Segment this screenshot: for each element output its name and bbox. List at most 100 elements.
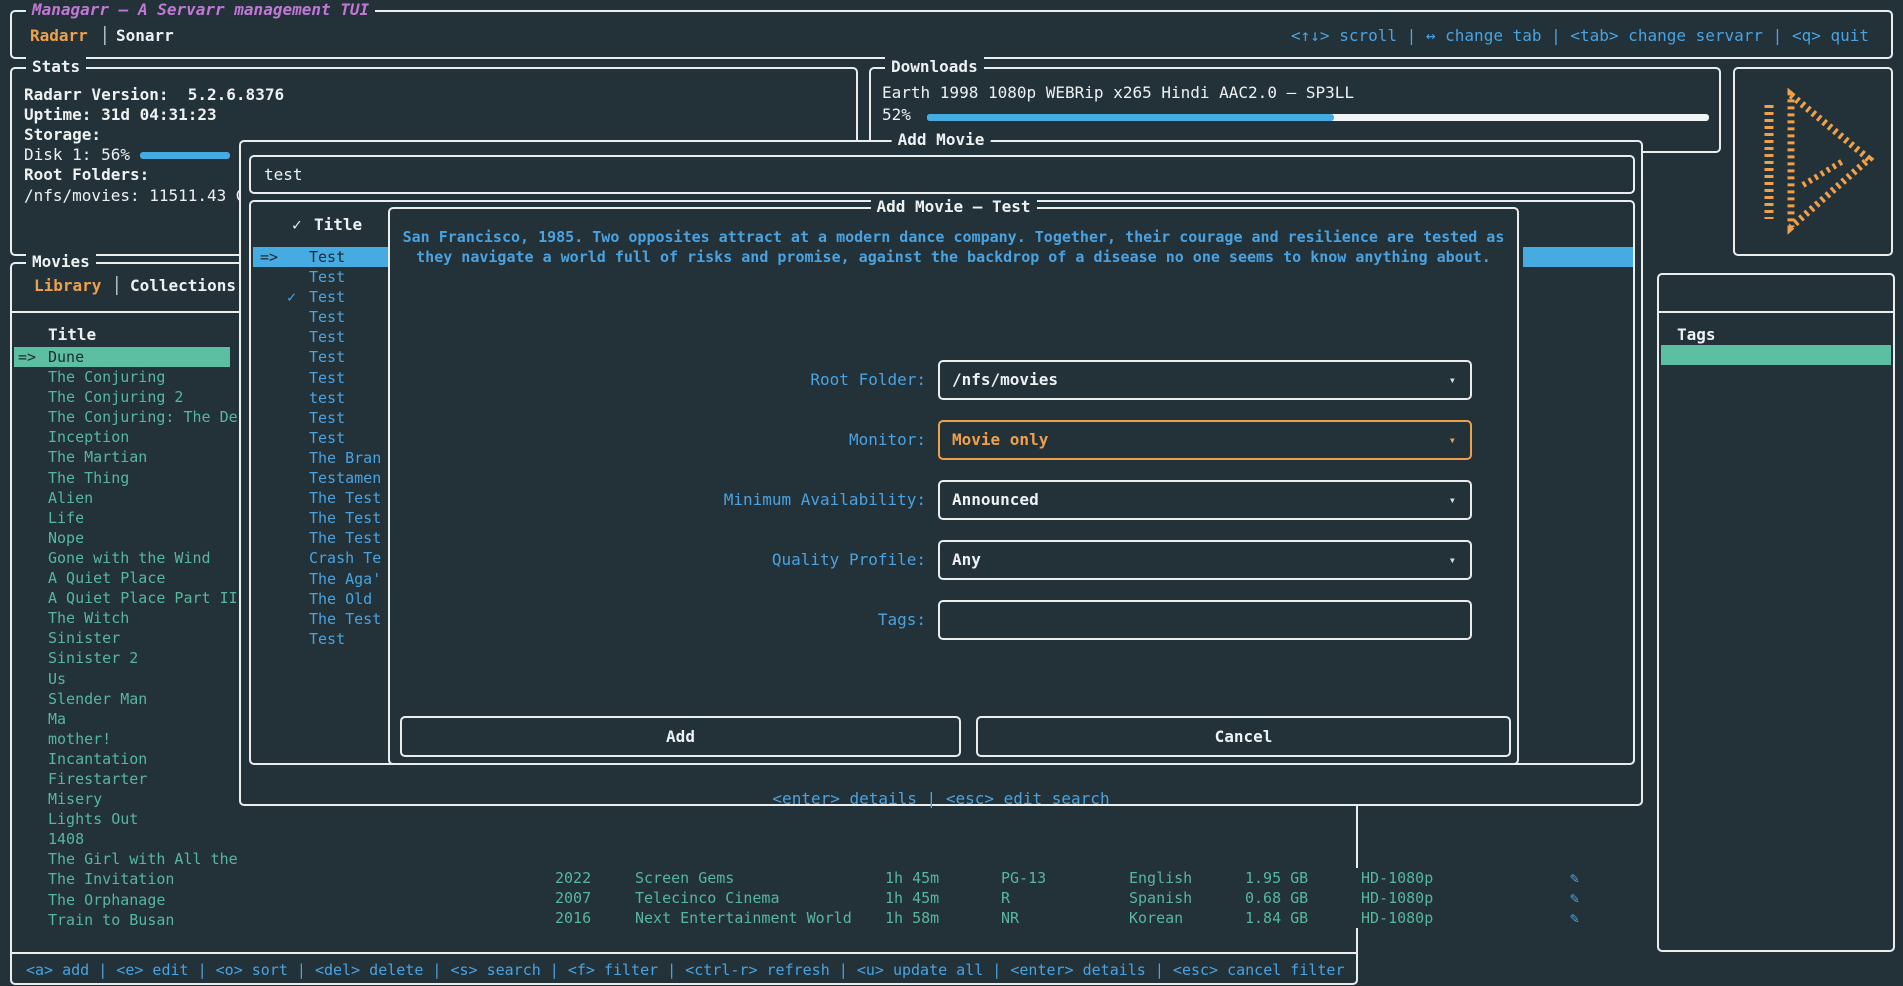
tags-label: Tags: <box>390 610 926 630</box>
movie-row[interactable]: The Martian <box>14 447 230 467</box>
movie-row[interactable]: Sinister 2 <box>14 648 230 668</box>
quality-profile-dropdown[interactable]: Any ▾ <box>938 540 1472 580</box>
movie-row[interactable]: mother! <box>14 729 230 749</box>
search-result-row[interactable]: Test <box>253 327 395 347</box>
search-result-row[interactable]: Test <box>253 629 395 649</box>
movie-row[interactable]: =>Dune <box>14 347 230 367</box>
add-movie-form-popup: Add Movie – Test San Francisco, 1985. Tw… <box>388 207 1519 765</box>
movie-title: The Girl with All the <box>48 850 238 868</box>
cancel-button[interactable]: Cancel <box>976 716 1511 757</box>
search-result-row[interactable]: ✓Test <box>253 287 395 307</box>
movie-row[interactable]: The Conjuring <box>14 367 230 387</box>
movie-row[interactable]: Life <box>14 508 230 528</box>
result-title: Test <box>309 288 345 306</box>
result-title: The Test <box>309 509 381 527</box>
edit-pencil-icon: ✎ <box>1513 888 1579 908</box>
movie-row[interactable]: Us <box>14 669 230 689</box>
search-result-row[interactable]: The Test <box>253 508 395 528</box>
movie-title: Incantation <box>48 750 147 768</box>
search-result-row[interactable]: Test <box>253 267 395 287</box>
movie-detail-row[interactable]: 2022 Screen Gems 1h 45m PG-13 English 1.… <box>555 868 1579 888</box>
search-input-value: test <box>264 157 303 192</box>
search-result-row[interactable]: The Bran <box>253 448 395 468</box>
search-result-row[interactable]: Test <box>253 307 395 327</box>
movie-row[interactable]: Train to Busan <box>14 910 230 930</box>
movie-row[interactable]: A Quiet Place <box>14 568 230 588</box>
movie-row[interactable]: Sinister <box>14 628 230 648</box>
movie-title: Dune <box>48 348 84 366</box>
result-title: The Test <box>309 610 381 628</box>
root-folder-dropdown[interactable]: /nfs/movies ▾ <box>938 360 1472 400</box>
movie-row[interactable]: The Conjuring 2 <box>14 387 230 407</box>
result-title: Test <box>309 328 345 346</box>
movie-row[interactable]: Inception <box>14 427 230 447</box>
movie-studio: Next Entertainment World <box>635 908 885 928</box>
search-result-row[interactable]: The Old <box>253 589 395 609</box>
movie-title: The Conjuring <box>48 368 165 386</box>
movie-row[interactable]: Nope <box>14 528 230 548</box>
popup-title: Add Movie – Test <box>870 197 1036 216</box>
movie-row[interactable]: Incantation <box>14 749 230 769</box>
movie-language: English <box>1129 868 1245 888</box>
tags-panel-separator <box>1659 311 1893 313</box>
movie-row[interactable]: The Witch <box>14 608 230 628</box>
download-item[interactable]: Earth 1998 1080p WEBRip x265 Hindi AAC2.… <box>882 83 1354 102</box>
tab-radarr[interactable]: Radarr <box>30 26 88 45</box>
minimum-availability-dropdown[interactable]: Announced ▾ <box>938 480 1472 520</box>
movie-title: Misery <box>48 790 102 808</box>
tab-sonarr[interactable]: Sonarr <box>116 26 174 45</box>
movie-search-input[interactable]: test <box>249 155 1635 194</box>
tab-library[interactable]: Library <box>34 276 101 295</box>
search-result-row[interactable]: Test <box>253 408 395 428</box>
movie-row[interactable]: The Invitation <box>14 869 230 889</box>
movie-row[interactable]: Firestarter <box>14 769 230 789</box>
tags-input[interactable] <box>938 600 1472 640</box>
tab-collections[interactable]: Collections <box>130 276 236 295</box>
movie-row[interactable]: The Thing <box>14 468 230 488</box>
movie-row[interactable]: The Girl with All the <box>14 849 230 869</box>
movie-title: Life <box>48 509 84 527</box>
result-title: The Aga' <box>309 570 381 588</box>
tags-panel: Tags <box>1657 273 1895 952</box>
movie-description: San Francisco, 1985. Two opposites attra… <box>390 227 1517 267</box>
disk-usage-bar <box>140 152 230 159</box>
movie-title: Firestarter <box>48 770 147 788</box>
movie-row[interactable]: Slender Man <box>14 689 230 709</box>
movie-detail-row[interactable]: 2016 Next Entertainment World 1h 58m NR … <box>555 908 1579 928</box>
movie-row[interactable]: Gone with the Wind <box>14 548 230 568</box>
quality-profile-value: Any <box>952 542 981 578</box>
search-result-row[interactable]: Test <box>253 368 395 388</box>
movie-row[interactable]: Lights Out <box>14 809 230 829</box>
search-result-row[interactable]: Crash Te <box>253 548 395 568</box>
results-check-header-icon: ✓ <box>292 215 302 234</box>
description-line-1: San Francisco, 1985. Two opposites attra… <box>390 227 1517 247</box>
movie-studio: Screen Gems <box>635 868 885 888</box>
search-result-row[interactable]: The Aga' <box>253 569 395 589</box>
search-result-row[interactable]: The Test <box>253 528 395 548</box>
movie-row[interactable]: Ma <box>14 709 230 729</box>
search-result-row[interactable]: The Test <box>253 488 395 508</box>
movie-row[interactable]: 1408 <box>14 829 230 849</box>
result-title: The Test <box>309 529 381 547</box>
search-result-row[interactable]: test <box>253 388 395 408</box>
movie-certification: PG-13 <box>1001 868 1129 888</box>
search-result-row[interactable]: Test <box>253 428 395 448</box>
search-result-row[interactable]: Testamen <box>253 468 395 488</box>
result-title: The Old <box>309 590 372 608</box>
minimum-availability-value: Announced <box>952 482 1039 518</box>
movie-row[interactable]: A Quiet Place Part II <box>14 588 230 608</box>
movie-row[interactable]: The Conjuring: The De <box>14 407 230 427</box>
add-button[interactable]: Add <box>400 716 961 757</box>
chevron-down-icon: ▾ <box>1449 422 1456 458</box>
top-bar: Managarr – A Servarr management TUI Rada… <box>10 10 1893 59</box>
movie-detail-row[interactable]: 2007 Telecinco Cinema 1h 45m R Spanish 0… <box>555 888 1579 908</box>
download-progress-track <box>927 114 1709 121</box>
movie-row[interactable]: Alien <box>14 488 230 508</box>
search-result-row[interactable]: =>Test <box>253 247 395 267</box>
movie-title: Gone with the Wind <box>48 549 211 567</box>
search-result-row[interactable]: Test <box>253 347 395 367</box>
search-result-row[interactable]: The Test <box>253 609 395 629</box>
movie-row[interactable]: Misery <box>14 789 230 809</box>
monitor-dropdown[interactable]: Movie only ▾ <box>938 420 1472 460</box>
movie-row[interactable]: The Orphanage <box>14 890 230 910</box>
